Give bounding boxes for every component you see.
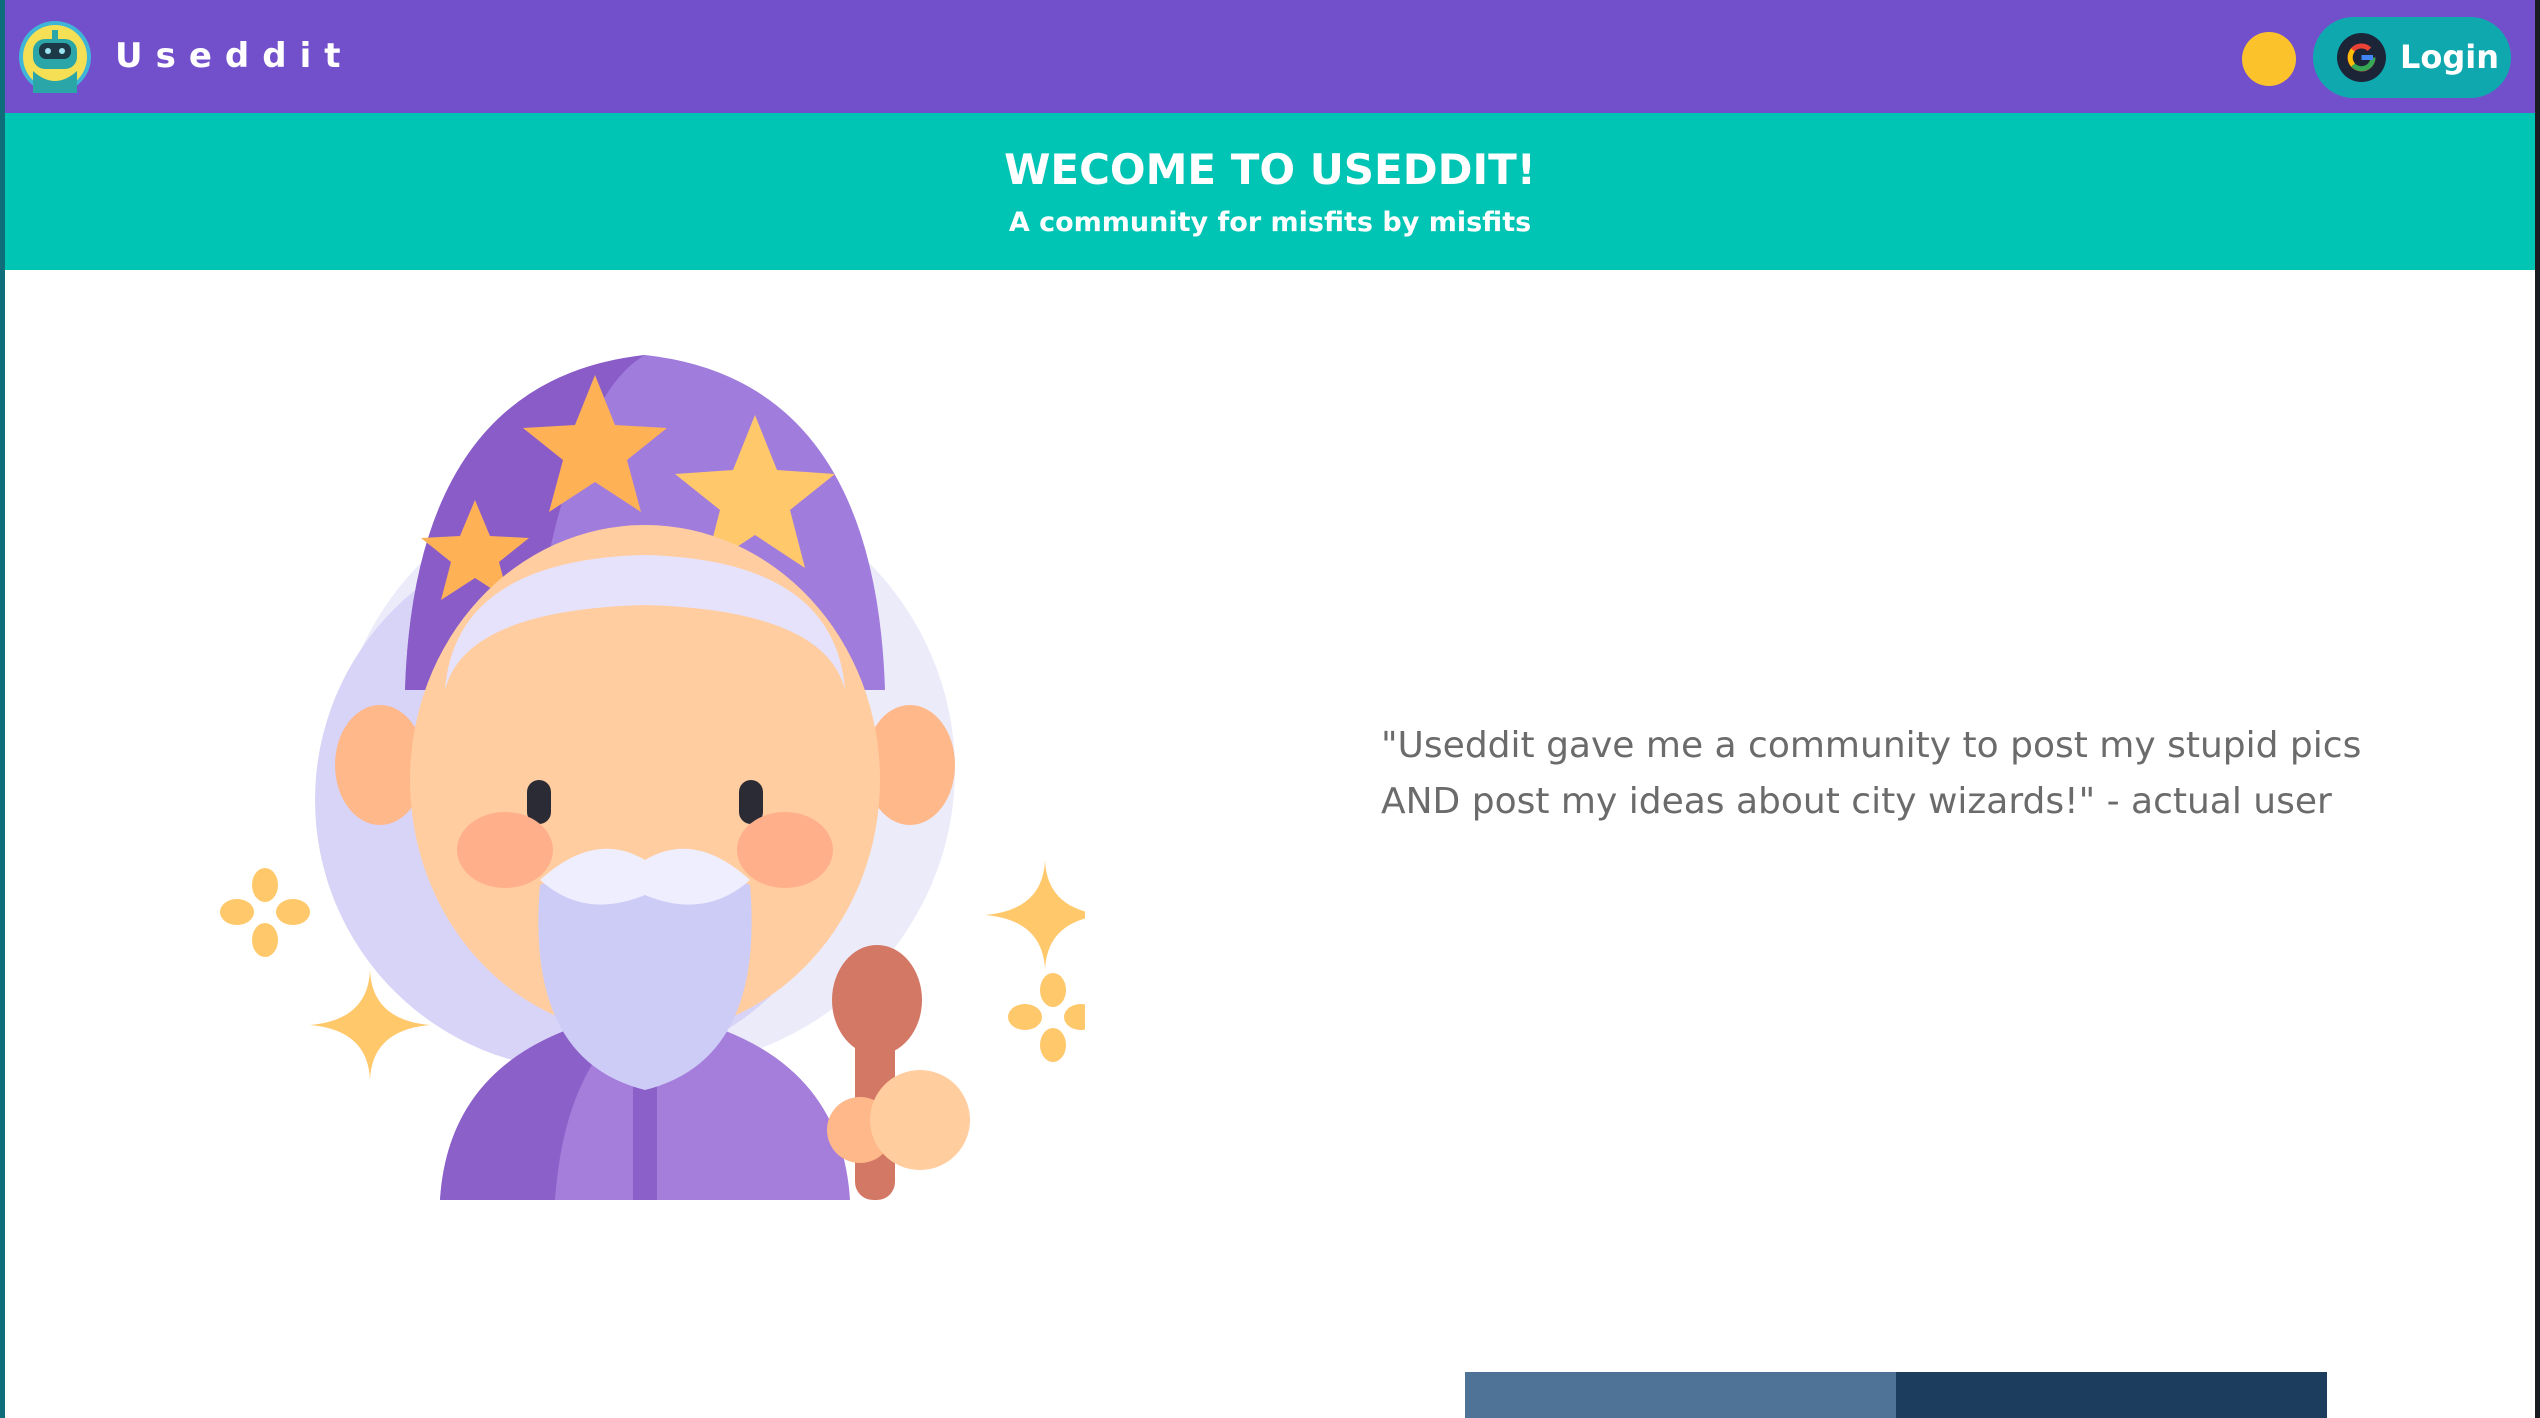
testimonial-quote: "Useddit gave me a community to post my … (1381, 718, 2381, 830)
robot-logo-icon[interactable] (19, 21, 91, 93)
top-navbar: Useddit Login (5, 0, 2535, 113)
sun-icon[interactable] (2242, 32, 2296, 86)
wizard-illustration (205, 340, 1105, 1200)
banner-subtitle: A community for misfits by misfits (1008, 207, 1532, 238)
quote-line: "Useddit gave me a community to post my … (1381, 725, 2362, 766)
login-button[interactable]: Login (2313, 17, 2511, 98)
browser-page: Useddit Login WECOME TO USEDDIT! A commu… (5, 0, 2535, 1418)
quote-line: AND post my ideas about city wizards!" -… (1381, 781, 2332, 822)
login-label: Login (2400, 38, 2500, 76)
banner-title: WECOME TO USEDDIT! (1004, 145, 1536, 194)
preview-segment-dark (1896, 1372, 2327, 1418)
section-preview-bar (1465, 1372, 2327, 1418)
welcome-banner: WECOME TO USEDDIT! A community for misfi… (5, 113, 2535, 270)
preview-segment-light (1465, 1372, 1896, 1418)
google-icon (2337, 33, 2386, 82)
brand-name[interactable]: Useddit (115, 32, 354, 80)
